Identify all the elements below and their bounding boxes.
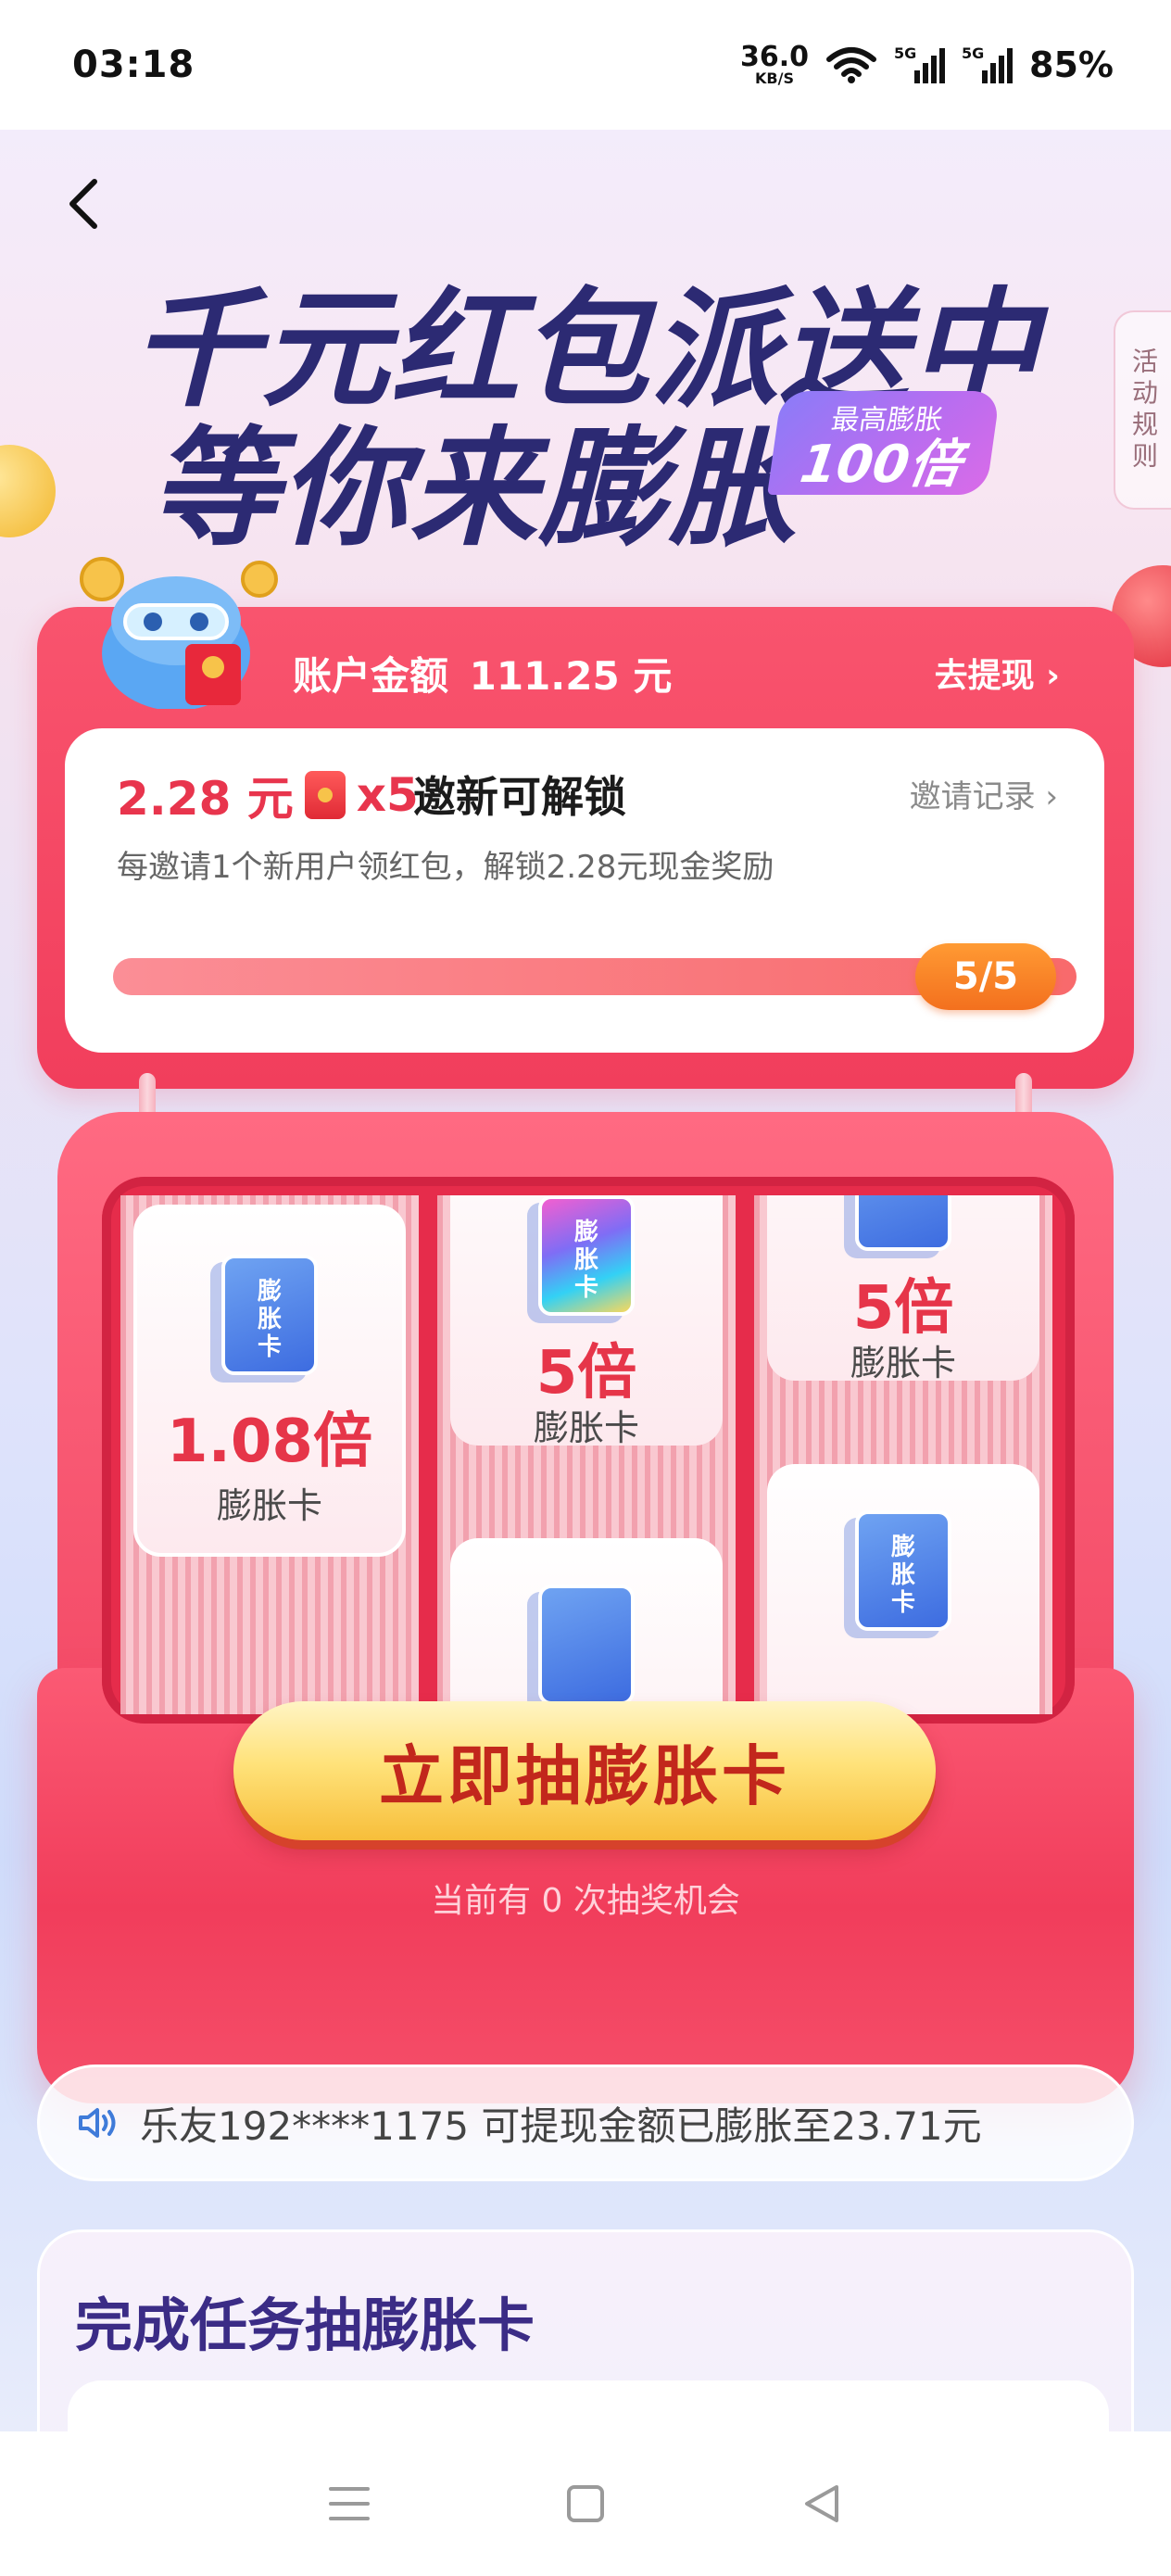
expansion-card-icon: 膨 胀 卡 (538, 1195, 635, 1316)
cellular-signal-icon: 5G (894, 44, 946, 83)
slot-reel-2: 膨 胀 卡 5倍 膨胀卡 (437, 1195, 736, 1714)
card-glyph: 膨 胀 卡 (890, 1534, 915, 1617)
net-speed-value: 36.0 (740, 41, 810, 73)
card-glyph: 膨 胀 卡 (257, 1278, 282, 1361)
account-label: 账户金额 (293, 653, 449, 699)
signal-label: 5G (962, 44, 985, 62)
draw-chances-text: 当前有 0 次抽奖机会 (431, 1882, 740, 1920)
card-glyph: 膨 胀 卡 (573, 1219, 598, 1302)
red-envelope-icon (304, 771, 346, 819)
draw-card-button[interactable]: 立即抽膨胀卡 (233, 1701, 936, 1840)
invite-record-link[interactable]: 邀请记录 › (910, 771, 1058, 816)
status-bar: 03:18 36.0 KB/S 5G 5G 85% (0, 0, 1171, 130)
multiplier-card-tile: 膨 胀 卡 5倍 膨胀卡 (450, 1195, 723, 1448)
battery-level: 85% (1029, 44, 1114, 85)
invite-amount: 2.28 元 (117, 772, 294, 826)
account-balance: 账户金额 111.25 元 (293, 645, 679, 701)
tile-multiplier: 1.08倍 (167, 1408, 372, 1476)
invite-multiplier: x5 (356, 768, 419, 822)
withdraw-link[interactable]: 去提现 › (935, 649, 1060, 697)
net-speed-unit: KB/S (755, 69, 794, 87)
slot-window: 膨 胀 卡 1.08倍 膨胀卡 膨 胀 卡 5倍 膨胀卡 5倍 膨胀卡 膨 胀 … (102, 1177, 1075, 1724)
badge-value: 100倍 (796, 435, 965, 495)
tasks-title: 完成任务抽膨胀卡 (75, 2292, 535, 2359)
status-icons: 36.0 KB/S 5G 5G 85% (740, 44, 1114, 86)
signal-label: 5G (894, 44, 917, 62)
multiplier-card-tile: 膨 胀 卡 (767, 1464, 1039, 1714)
tile-multiplier: 5倍 (852, 1274, 954, 1343)
back-triangle-icon (804, 2485, 838, 2522)
tile-multiplier: 5倍 (535, 1339, 637, 1408)
invite-description: 每邀请1个新用户领红包，解锁2.28元现金奖励 (117, 849, 774, 886)
account-amount: 111.25 元 (469, 653, 673, 699)
speaker-icon (79, 2108, 116, 2138)
tasks-list (68, 2380, 1109, 2431)
multiplier-card-tile: 5倍 膨胀卡 (767, 1195, 1039, 1383)
system-nav-bar (0, 2431, 1171, 2576)
slot-reel-1: 膨 胀 卡 1.08倍 膨胀卡 (120, 1195, 419, 1714)
max-multiplier-badge: 最高膨胀 100倍 (767, 391, 1001, 495)
expansion-card-icon: 膨 胀 卡 (221, 1255, 318, 1375)
invite-unlock-label: 邀新可解锁 (413, 772, 626, 822)
slot-reel-3: 5倍 膨胀卡 膨 胀 卡 (754, 1195, 1052, 1714)
badge-caption: 最高膨胀 (828, 404, 945, 436)
cellular-signal-icon: 5G (962, 44, 1014, 83)
wifi-icon (826, 47, 877, 83)
tile-label: 膨胀卡 (533, 1408, 639, 1448)
multiplier-card-tile: 膨 胀 卡 1.08倍 膨胀卡 (133, 1205, 406, 1557)
invite-progress-badge: 5/5 (915, 943, 1056, 1010)
notice-text: 乐友192****1175 可提现金额已膨胀至23.71元 (140, 2102, 982, 2149)
tasks-section: 完成任务抽膨胀卡 (37, 2229, 1134, 2431)
notice-banner: 乐友192****1175 可提现金额已膨胀至23.71元 (37, 2065, 1134, 2181)
activity-page: 千元红包派送中 等你来膨胀 最高膨胀 100倍 活动规则 账户金额 111.25… (0, 130, 1171, 2431)
expansion-card-icon (855, 1195, 951, 1251)
expansion-card-icon (538, 1585, 635, 1705)
back-nav-button[interactable] (789, 2471, 854, 2536)
net-speed: 36.0 KB/S (740, 44, 809, 86)
mascot-illustration (80, 557, 278, 709)
menu-icon (329, 2487, 371, 2520)
multiplier-card-tile (450, 1538, 723, 1714)
home-square-icon (566, 2485, 604, 2522)
status-time: 03:18 (72, 44, 195, 86)
tile-label: 膨胀卡 (216, 1485, 322, 1526)
back-button[interactable] (57, 167, 109, 241)
invite-card: 2.28 元 x5 邀新可解锁 邀请记录 › 每邀请1个新用户领红包，解锁2.2… (65, 728, 1104, 1053)
menu-nav-button[interactable] (317, 2471, 382, 2536)
expansion-card-icon: 膨 胀 卡 (855, 1510, 951, 1631)
home-nav-button[interactable] (553, 2471, 618, 2536)
activity-rules-tab[interactable]: 活动规则 (1114, 310, 1171, 510)
chevron-left-icon (69, 179, 97, 229)
tile-label: 膨胀卡 (850, 1343, 956, 1383)
invite-reward: 2.28 元 x5 (117, 762, 419, 828)
